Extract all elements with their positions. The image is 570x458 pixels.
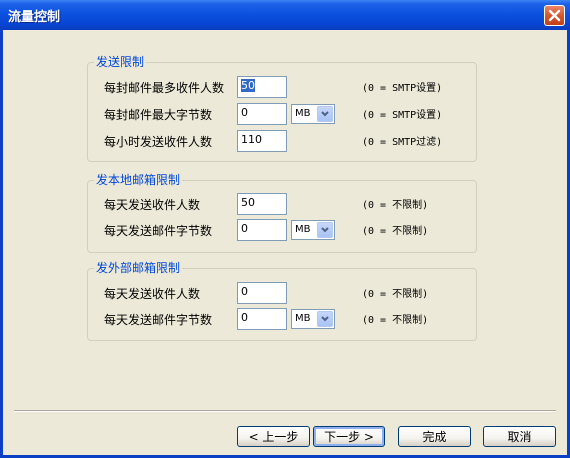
external-daily-bytes-input[interactable]: 0 [237,308,287,330]
max-recipients-row: 每封邮件最多收件人数 50 (0 = SMTP设置) [88,76,478,98]
hourly-recipients-note: (0 = SMTP过滤) [362,137,443,148]
max-message-size-row: 每封邮件最大字节数 0 MB (0 = SMTP设置) [88,103,478,125]
external-daily-bytes-row: 每天发送邮件字节数 0 MB (0 = 不限制) [88,308,478,330]
max-recipients-label: 每封邮件最多收件人数 [104,81,225,95]
send-limit-group: 发送限制 每封邮件最多收件人数 50 (0 = SMTP设置) 每封邮件最大字节… [87,55,478,162]
local-mailbox-limit-group: 发本地邮箱限制 每天发送收件人数 50 (0 = 不限制) 每天发送邮件字节数 … [87,173,478,253]
window-title: 流量控制 [8,10,61,25]
back-button[interactable]: < 上一步 [237,426,310,447]
finish-button[interactable]: 完成 [398,426,471,447]
send-limit-title: 发送限制 [94,55,147,69]
local-daily-recipients-label: 每天发送收件人数 [104,198,201,212]
max-recipients-note: (0 = SMTP设置) [362,83,443,94]
external-mailbox-limit-group: 发外部邮箱限制 每天发送收件人数 0 (0 = 不限制) 每天发送邮件字节数 0… [87,261,478,341]
external-daily-recipients-input[interactable]: 0 [237,282,287,304]
max-message-size-note: (0 = SMTP设置) [362,110,443,121]
external-daily-bytes-unit-select[interactable]: MB [291,309,335,329]
cancel-button[interactable]: 取消 [483,426,556,447]
dialog-body: 发送限制 每封邮件最多收件人数 50 (0 = SMTP设置) 每封邮件最大字节… [3,30,567,455]
unit-value: MB [295,224,311,235]
external-daily-recipients-note: (0 = 不限制) [362,289,429,300]
unit-value: MB [295,108,311,119]
max-message-size-input[interactable]: 0 [237,103,287,125]
chevron-down-icon [321,111,329,117]
local-daily-bytes-input[interactable]: 0 [237,219,287,241]
external-daily-recipients-row: 每天发送收件人数 0 (0 = 不限制) [88,282,478,304]
max-message-size-unit-select[interactable]: MB [291,104,335,124]
local-daily-recipients-note: (0 = 不限制) [362,200,429,211]
dropdown-button[interactable] [317,311,333,327]
dropdown-button[interactable] [317,222,333,238]
unit-value: MB [295,313,311,324]
close-icon [548,9,561,22]
external-daily-bytes-label: 每天发送邮件字节数 [104,313,213,327]
local-daily-bytes-label: 每天发送邮件字节数 [104,224,213,238]
hourly-recipients-label: 每小时发送收件人数 [104,135,213,149]
chevron-down-icon [321,227,329,233]
title-bar[interactable]: 流量控制 [0,0,570,30]
local-daily-bytes-unit-select[interactable]: MB [291,220,335,240]
local-daily-bytes-row: 每天发送邮件字节数 0 MB (0 = 不限制) [88,219,478,241]
external-mailbox-limit-title: 发外部邮箱限制 [94,261,183,275]
local-daily-recipients-row: 每天发送收件人数 50 (0 = 不限制) [88,193,478,215]
dialog-window: 流量控制 发送限制 每封邮件最多收件人数 50 (0 = SMTP设置) 每封邮… [0,0,570,458]
local-daily-recipients-input[interactable]: 50 [237,193,287,215]
close-button[interactable] [544,5,565,26]
local-mailbox-limit-title: 发本地邮箱限制 [94,173,183,187]
max-message-size-label: 每封邮件最大字节数 [104,108,213,122]
button-separator [14,410,556,412]
external-daily-recipients-label: 每天发送收件人数 [104,287,201,301]
next-button[interactable]: 下一步 > [313,426,385,447]
local-daily-bytes-note: (0 = 不限制) [362,226,429,237]
hourly-recipients-input[interactable]: 110 [237,130,287,152]
dropdown-button[interactable] [317,106,333,122]
external-daily-bytes-note: (0 = 不限制) [362,315,429,326]
max-recipients-value: 50 [241,79,255,92]
chevron-down-icon [321,316,329,322]
max-recipients-input[interactable]: 50 [237,76,287,98]
hourly-recipients-row: 每小时发送收件人数 110 (0 = SMTP过滤) [88,130,478,152]
